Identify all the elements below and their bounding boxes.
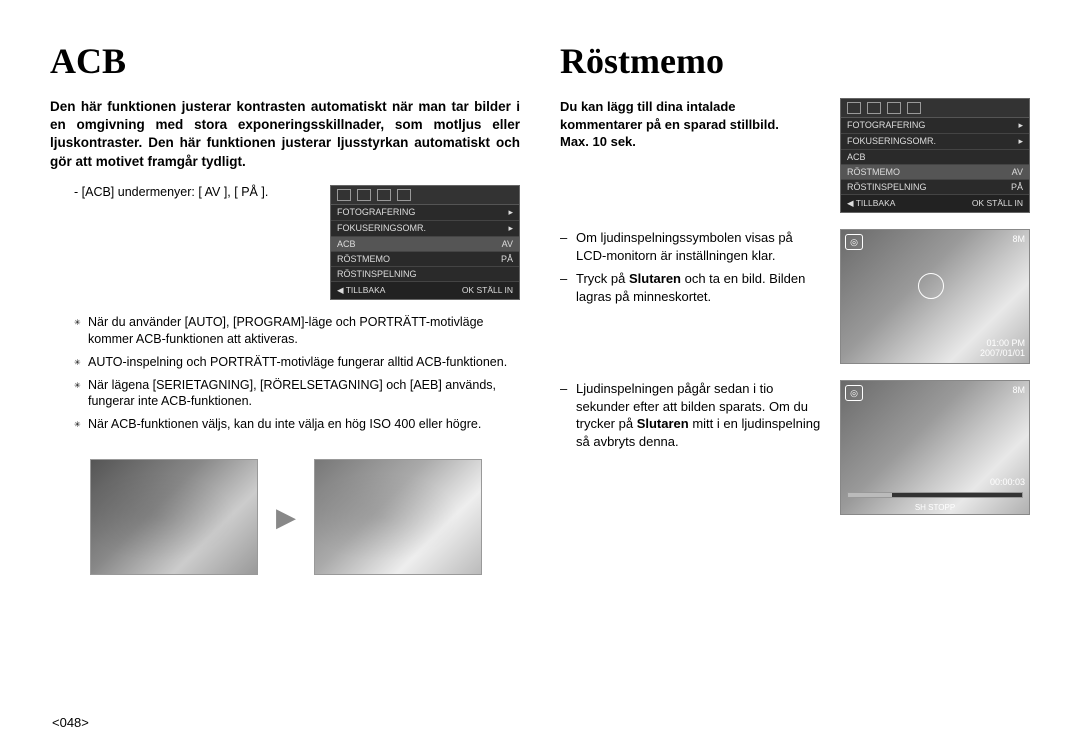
acb-lcd-screenshot: FOTOGRAFERING FOKUSERINGSOMR. ACBAV RÖST…	[330, 185, 520, 300]
rostmemo-intro: Du kan lägg till dina intalade kommentar…	[560, 98, 826, 151]
acb-note: När ACB-funktionen väljs, kan du inte vä…	[74, 416, 520, 433]
acb-submenu-label: - [ACB] undermenyer: [ AV ], [ PÅ ].	[74, 185, 312, 199]
acb-example-row: ▶	[50, 459, 520, 575]
page-number: <048>	[52, 715, 89, 730]
camera-mode-icon: ◎	[845, 385, 863, 401]
rostmemo-title: Röstmemo	[560, 40, 1030, 82]
left-column: ACB Den här funktionen justerar kontrast…	[50, 40, 520, 575]
acb-intro: Den här funktionen justerar kontrasten a…	[50, 98, 520, 171]
focus-target-icon	[918, 273, 944, 299]
rostmemo-bullet-with-bold: Tryck på Slutaren och ta en bild. Bilden…	[560, 270, 826, 305]
rostmemo-preview-1: ◎ 8M 01:00 PM 2007/01/01	[840, 229, 1030, 364]
acb-notes: När du använder [AUTO], [PROGRAM]-läge o…	[50, 314, 520, 439]
acb-note: AUTO-inspelning och PORTRÄTT-motivläge f…	[74, 354, 520, 371]
acb-title: ACB	[50, 40, 520, 82]
arrow-right-icon: ▶	[276, 502, 296, 533]
acb-photo-before	[90, 459, 258, 575]
rostmemo-bullets-1: Om ljudinspelningssymbolen visas på LCD-…	[560, 229, 826, 311]
camera-mode-icon: ◎	[845, 234, 863, 250]
rostmemo-lcd-screenshot: FOTOGRAFERING FOKUSERINGSOMR. ACB RÖSTME…	[840, 98, 1030, 213]
acb-note: När du använder [AUTO], [PROGRAM]-läge o…	[74, 314, 520, 348]
recording-progress	[847, 492, 1023, 498]
rostmemo-preview-2: ◎ 8M 00:00:03 SH STOPP	[840, 380, 1030, 515]
acb-photo-after	[314, 459, 482, 575]
rostmemo-bullets-2: Ljudinspelningen pågår sedan i tio sekun…	[560, 380, 826, 456]
acb-note: När lägena [SERIETAGNING], [RÖRELSETAGNI…	[74, 377, 520, 411]
right-column: Röstmemo Du kan lägg till dina intalade …	[560, 40, 1030, 575]
